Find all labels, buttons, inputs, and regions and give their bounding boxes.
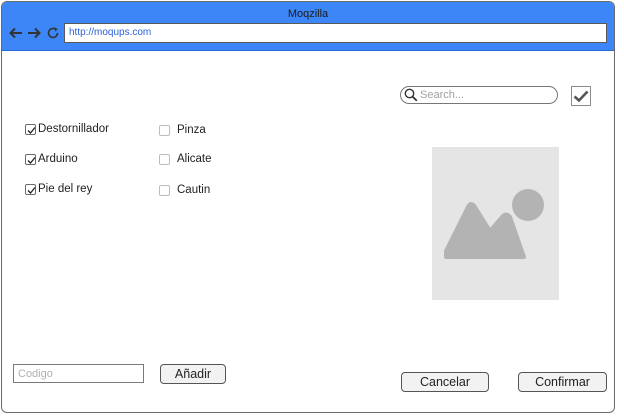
checkbox-cautin[interactable]: Cautin xyxy=(159,182,210,198)
checkbox-destornillador[interactable]: Destornillador xyxy=(25,121,109,137)
checkbox-box[interactable] xyxy=(159,153,170,165)
checkmark-icon xyxy=(27,186,36,194)
search-input[interactable] xyxy=(420,87,550,103)
checkbox-box[interactable] xyxy=(25,183,36,195)
cancel-button[interactable]: Cancelar xyxy=(401,372,489,392)
search-icon xyxy=(404,88,418,102)
checkmark-icon xyxy=(27,156,36,164)
checkbox-label: Alicate xyxy=(177,153,212,165)
checkbox-pinza[interactable]: Pinza xyxy=(159,122,206,138)
checkbox-label: Destornillador xyxy=(38,123,109,135)
title-bar: Moqzilla http://moqups.com xyxy=(2,2,614,51)
url-bar[interactable]: http://moqups.com xyxy=(64,23,607,43)
checkbox-arduino[interactable]: Arduino xyxy=(25,151,78,167)
reload-icon[interactable] xyxy=(45,25,61,41)
checkmark-icon xyxy=(573,90,589,103)
add-button[interactable]: Añadir xyxy=(160,364,226,384)
browser-window: Moqzilla http://moqups.com Destornillado… xyxy=(1,1,615,413)
arrow-right-icon[interactable] xyxy=(26,25,42,41)
image-icon xyxy=(444,189,544,259)
checkbox-label: Pie del rey xyxy=(38,183,93,195)
checkbox-label: Pinza xyxy=(177,124,206,136)
window-title: Moqzilla xyxy=(287,8,329,20)
checkbox-alicate[interactable]: Alicate xyxy=(159,151,212,167)
confirm-check-button[interactable] xyxy=(571,86,591,106)
arrow-left-icon[interactable] xyxy=(8,25,24,41)
checkbox-label: Arduino xyxy=(38,153,78,165)
code-input[interactable] xyxy=(13,364,144,383)
checkbox-label: Cautin xyxy=(177,184,211,196)
search-box[interactable] xyxy=(400,86,558,104)
checkbox-box[interactable] xyxy=(159,184,170,196)
checkbox-pie-del-rey[interactable]: Pie del rey xyxy=(25,181,92,197)
image-placeholder xyxy=(432,147,559,300)
checkbox-box[interactable] xyxy=(25,123,36,135)
confirm-button[interactable]: Confirmar xyxy=(518,372,607,392)
checkbox-box[interactable] xyxy=(159,124,170,136)
checkbox-box[interactable] xyxy=(25,153,36,165)
checkmark-icon xyxy=(27,126,36,134)
